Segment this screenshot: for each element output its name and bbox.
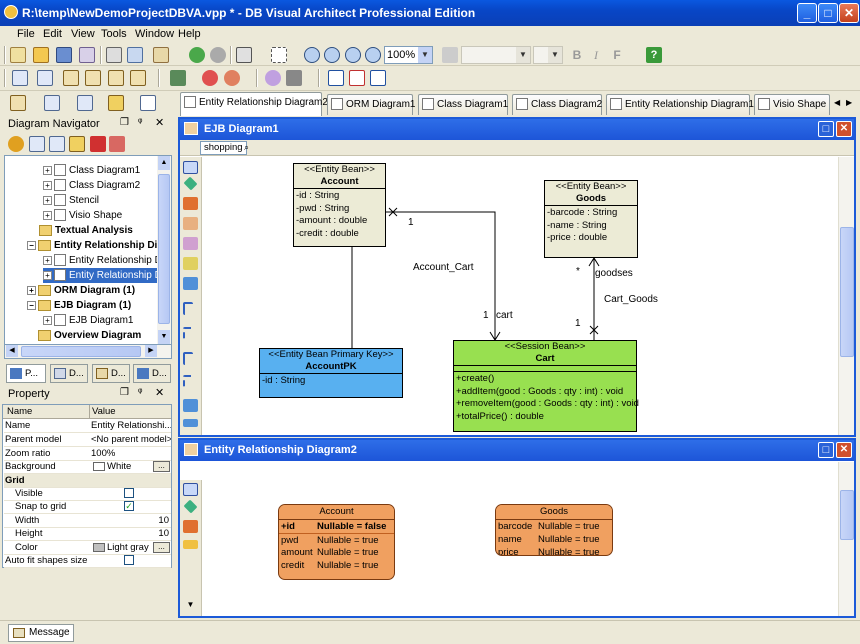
goods-entity-bean[interactable]: <<Entity Bean>> Goods -barcode : String … <box>544 180 638 258</box>
account-cart-association[interactable] <box>386 211 496 340</box>
attribute[interactable]: -amount : double <box>296 215 383 228</box>
operation[interactable]: +addItem(good : Goods : qty : int) : voi… <box>456 386 634 399</box>
tool-icon[interactable] <box>183 499 198 514</box>
association-name[interactable]: Cart_Goods <box>604 294 658 305</box>
column-row[interactable]: name Nullable = true <box>496 533 612 546</box>
column-row[interactable]: barcode Nullable = true <box>496 520 612 533</box>
attribute[interactable]: -credit : double <box>296 228 383 241</box>
erd-vscrollbar[interactable] <box>838 462 854 616</box>
erd-icon <box>184 443 198 456</box>
tool-icon[interactable] <box>183 520 198 533</box>
pointer-icon[interactable] <box>183 483 198 496</box>
role-name: goodses <box>595 268 633 279</box>
palette-scroll-down-icon[interactable]: ▼ <box>183 600 198 613</box>
erd-tool-palette: ▼ <box>180 480 202 616</box>
erd-goods-entity[interactable]: Goods barcode Nullable = true name Nullabl… <box>495 504 613 556</box>
status-bar: Message <box>0 620 860 644</box>
attribute[interactable]: -barcode : String <box>547 207 635 220</box>
multiplicity-label: 1 <box>408 217 414 228</box>
multiplicity-label: 1 <box>483 310 489 321</box>
role-name: cart <box>496 310 513 321</box>
column-row[interactable]: amount Nullable = true <box>279 546 394 559</box>
erd-diagram-titlebar: Entity Relationship Diagram2 □ ✕ <box>180 440 854 461</box>
operation[interactable]: +create() <box>456 373 634 386</box>
multiplicity-label: 1 <box>575 318 581 329</box>
attribute[interactable]: -name : String <box>547 220 635 233</box>
cart-session-bean[interactable]: <<Session Bean>> Cart +create() +addItem… <box>453 340 639 432</box>
attribute[interactable]: -price : double <box>547 232 635 245</box>
maximize-button[interactable]: □ <box>818 442 834 458</box>
attribute[interactable]: -id : String <box>296 190 383 203</box>
message-icon <box>13 628 25 638</box>
entity-icon[interactable] <box>183 540 198 549</box>
accountpk-primary-key[interactable]: <<Entity Bean Primary Key>> AccountPK -i… <box>259 348 403 398</box>
account-entity-bean[interactable]: <<Entity Bean>> Account -id : String -pw… <box>293 163 386 247</box>
erd-account-entity[interactable]: Account +id Nullable = false pwd Nullable … <box>278 504 395 580</box>
column-row[interactable]: pwd Nullable = true <box>279 533 394 546</box>
attribute[interactable]: -id : String <box>262 375 400 388</box>
column-row[interactable]: price Nullable = true <box>496 546 612 555</box>
multiplicity-label: * <box>576 266 580 277</box>
scroll-thumb[interactable] <box>840 490 854 540</box>
operation[interactable]: +totalPrice() : double <box>456 411 634 424</box>
association-name[interactable]: Account_Cart <box>413 262 474 273</box>
erd-diagram-title: Entity Relationship Diagram2 <box>204 444 357 456</box>
close-button[interactable]: ✕ <box>836 442 852 458</box>
app-window: R:\temp\NewDemoProjectDBVA.vpp * - DB Vi… <box>0 0 860 644</box>
attribute[interactable]: -pwd : String <box>296 203 383 216</box>
message-tab[interactable]: Message <box>8 624 74 642</box>
column-row[interactable]: credit Nullable = true <box>279 559 394 572</box>
column-row[interactable]: +id Nullable = false <box>279 520 394 533</box>
operation[interactable]: +removeItem(good : Goods : qty : int) : … <box>456 398 639 411</box>
